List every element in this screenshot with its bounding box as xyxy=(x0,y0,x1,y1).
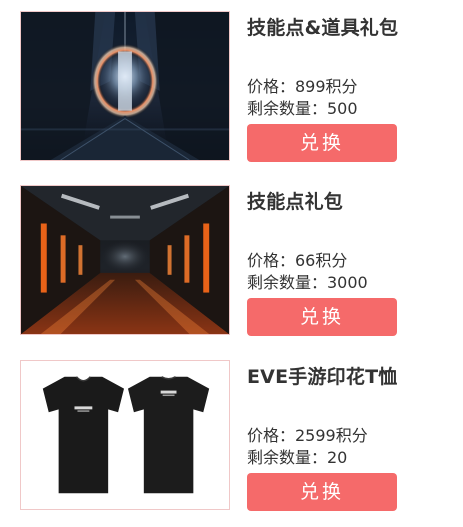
redeem-button[interactable]: 兑换 xyxy=(247,124,397,162)
product-price: 价格：2599积分 xyxy=(247,426,368,445)
product-card: EVE手游印花T恤 价格：2599积分 剩余数量：20 兑换 xyxy=(0,360,463,512)
product-card: 技能点礼包 价格：66积分 剩余数量：3000 兑换 xyxy=(0,185,463,337)
product-image-corridor[interactable] xyxy=(20,185,230,335)
product-title: 技能点&道具礼包 xyxy=(247,17,399,39)
product-title: EVE手游印花T恤 xyxy=(247,366,398,388)
product-card: 技能点&道具礼包 价格：899积分 剩余数量：500 兑换 xyxy=(0,11,463,163)
product-stock: 剩余数量：3000 xyxy=(247,273,368,292)
product-title: 技能点礼包 xyxy=(247,191,344,213)
product-stock: 剩余数量：500 xyxy=(247,99,358,118)
product-image-portal[interactable] xyxy=(20,11,230,161)
product-price: 价格：899积分 xyxy=(247,77,358,96)
product-stock: 剩余数量：20 xyxy=(247,448,348,467)
redeem-button[interactable]: 兑换 xyxy=(247,473,397,511)
product-price: 价格：66积分 xyxy=(247,251,348,270)
product-image-tshirt[interactable] xyxy=(20,360,230,510)
redeem-button[interactable]: 兑换 xyxy=(247,298,397,336)
